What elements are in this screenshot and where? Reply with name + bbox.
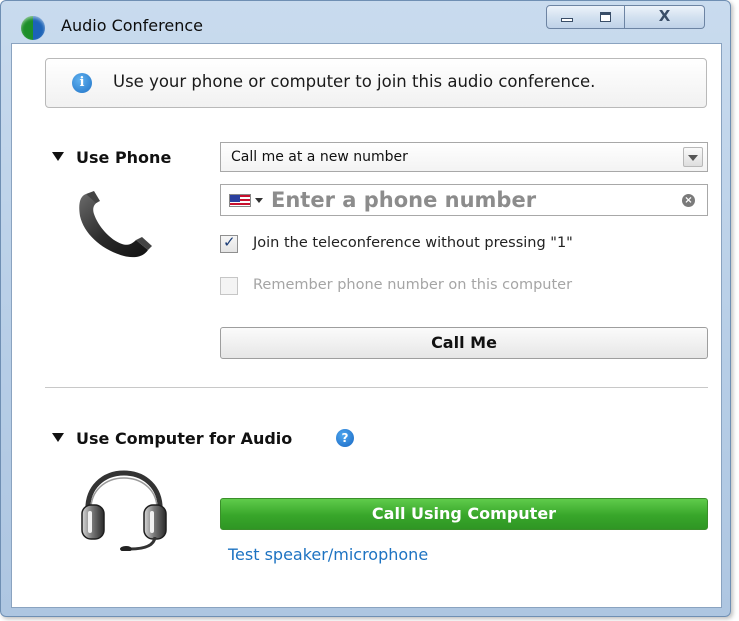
- audio-conference-window: Audio Conference X i Use your phone or c…: [0, 0, 731, 617]
- info-banner: i Use your phone or computer to join thi…: [45, 58, 707, 108]
- join-without-pressing-row[interactable]: Join the teleconference without pressing…: [220, 233, 700, 254]
- globe-app-icon: [21, 16, 45, 40]
- minimize-icon: [561, 18, 573, 22]
- dialog-body: i Use your phone or computer to join thi…: [11, 43, 722, 608]
- help-icon[interactable]: ?: [336, 429, 354, 447]
- use-computer-toggle[interactable]: Use Computer for Audio: [52, 429, 292, 448]
- close-icon: X: [658, 7, 671, 25]
- collapse-triangle-icon: [52, 433, 64, 442]
- clear-icon[interactable]: ×: [682, 194, 695, 207]
- remember-number-label: Remember phone number on this computer: [253, 277, 573, 293]
- use-phone-toggle[interactable]: Use Phone: [52, 148, 171, 167]
- test-speaker-microphone-link[interactable]: Test speaker/microphone: [228, 545, 428, 564]
- use-computer-label: Use Computer for Audio: [76, 429, 293, 448]
- maximize-icon: [600, 12, 611, 22]
- remember-number-row: Remember phone number on this computer: [220, 276, 700, 296]
- title-bar[interactable]: Audio Conference X: [1, 1, 730, 43]
- call-me-button[interactable]: Call Me: [220, 327, 708, 359]
- phone-placeholder: Enter a phone number: [271, 188, 537, 212]
- chevron-down-icon[interactable]: [683, 147, 703, 167]
- country-caret-icon[interactable]: [255, 198, 263, 203]
- phone-number-input[interactable]: Enter a phone number ×: [220, 184, 708, 216]
- window-title: Audio Conference: [61, 16, 203, 35]
- use-phone-label: Use Phone: [76, 148, 172, 167]
- call-option-select[interactable]: Call me at a new number: [220, 142, 708, 172]
- join-without-pressing-checkbox[interactable]: [220, 233, 238, 253]
- remember-number-checkbox: [220, 277, 238, 295]
- section-divider: [45, 387, 708, 388]
- minimize-button[interactable]: [546, 5, 586, 29]
- close-button[interactable]: X: [625, 5, 705, 29]
- maximize-button[interactable]: [585, 5, 625, 29]
- info-text: Use your phone or computer to join this …: [113, 72, 596, 91]
- select-value: Call me at a new number: [231, 149, 408, 165]
- phone-handset-icon: [79, 191, 152, 258]
- headset-icon: [81, 470, 167, 551]
- collapse-triangle-icon: [52, 152, 64, 161]
- call-using-computer-button[interactable]: Call Using Computer: [220, 498, 708, 530]
- info-icon: i: [72, 73, 92, 93]
- join-without-pressing-label: Join the teleconference without pressing…: [253, 235, 573, 251]
- us-flag-icon[interactable]: [229, 194, 251, 207]
